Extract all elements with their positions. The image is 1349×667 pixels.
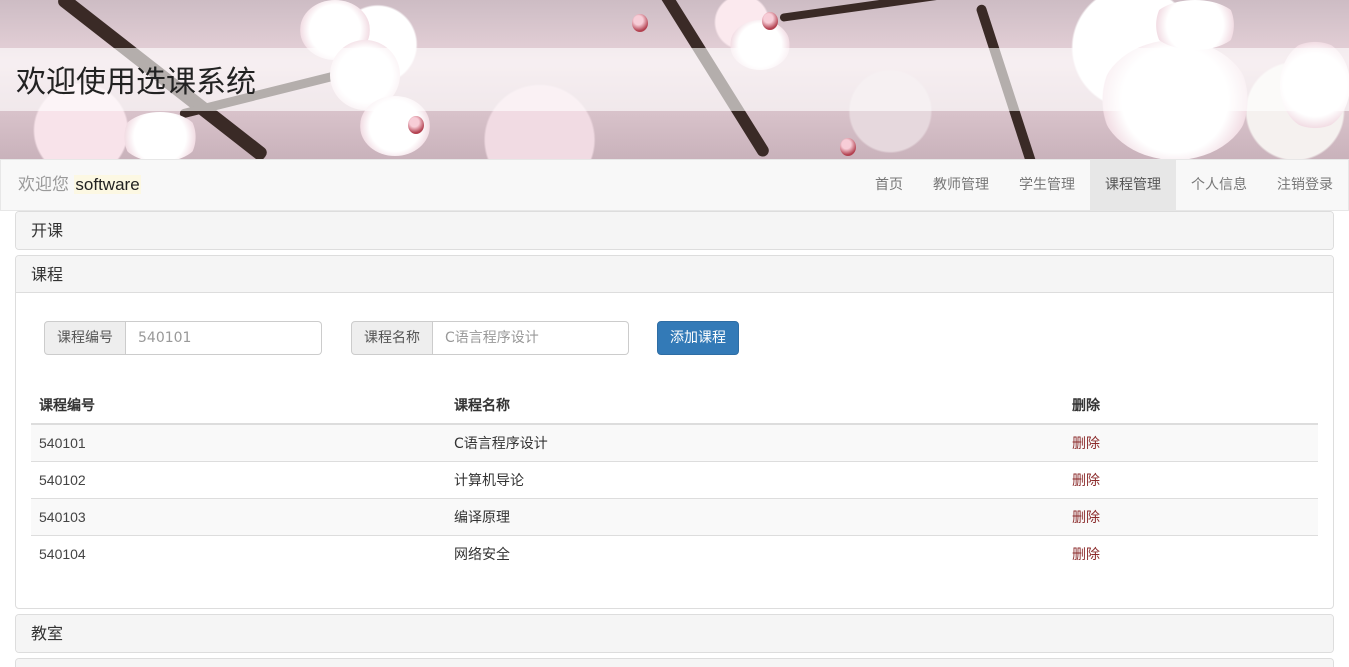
table-row: 540103 编译原理 删除	[31, 497, 1318, 535]
banner-blossom	[1150, 0, 1240, 50]
page-title: 欢迎使用选课系统	[16, 65, 256, 100]
course-name-cell: 网络安全	[446, 534, 1064, 572]
banner-bud	[632, 14, 648, 32]
nav-links: 首页 教师管理 学生管理 课程管理 个人信息 注销登录	[860, 160, 1348, 210]
nav-logout[interactable]: 注销登录	[1262, 160, 1348, 210]
course-code-cell: 540103	[31, 497, 446, 535]
nav-student-management[interactable]: 学生管理	[1004, 160, 1090, 210]
welcome-text: 欢迎您	[18, 175, 69, 195]
banner-bud	[762, 12, 778, 30]
delete-cell: 删除	[1064, 497, 1318, 535]
nav-course-management[interactable]: 课程管理	[1090, 160, 1176, 210]
panel-open-course: 开课	[15, 211, 1334, 250]
course-code-label: 课程编号	[44, 321, 126, 355]
course-name-cell: 编译原理	[446, 497, 1064, 535]
header-banner: 欢迎使用选课系统	[0, 0, 1349, 159]
welcome-brand: 欢迎您 software	[18, 174, 141, 196]
course-code-cell: 540104	[31, 534, 446, 572]
panel-next-heading[interactable]	[16, 659, 1333, 667]
panel-classroom-heading[interactable]: 教室	[16, 615, 1333, 652]
table-row: 540104 网络安全 删除	[31, 534, 1318, 572]
course-code-input[interactable]	[126, 321, 322, 355]
course-name-input[interactable]	[433, 321, 629, 355]
username: software	[74, 175, 141, 194]
table-header-row: 课程编号 课程名称 删除	[31, 387, 1318, 425]
course-code-cell: 540101	[31, 423, 446, 461]
nav-profile[interactable]: 个人信息	[1176, 160, 1262, 210]
top-navbar: 欢迎您 software 首页 教师管理 学生管理 课程管理 个人信息 注销登录	[0, 159, 1349, 211]
panel-classroom: 教室	[15, 614, 1334, 653]
nav-teacher-management[interactable]: 教师管理	[918, 160, 1004, 210]
panel-course-body: 课程编号 课程名称 添加课程 课程编号 课程名称 删除 540101 C语言程序…	[16, 293, 1333, 608]
course-code-group: 课程编号	[44, 321, 322, 355]
course-table: 课程编号 课程名称 删除 540101 C语言程序设计 删除 540102 计算…	[31, 387, 1318, 572]
course-name-cell: 计算机导论	[446, 460, 1064, 498]
panel-open-course-heading[interactable]: 开课	[16, 212, 1333, 249]
panel-next-collapsed	[15, 658, 1334, 667]
nav-home[interactable]: 首页	[860, 160, 918, 210]
panel-course: 课程 课程编号 课程名称 添加课程 课程编号 课程名称 删除 540101 C语	[15, 255, 1334, 609]
course-name-label: 课程名称	[351, 321, 433, 355]
column-header-code: 课程编号	[31, 387, 446, 425]
delete-cell: 删除	[1064, 534, 1318, 572]
banner-blossom	[120, 112, 200, 159]
banner-bud	[408, 116, 424, 134]
table-row: 540101 C语言程序设计 删除	[31, 423, 1318, 461]
delete-link[interactable]: 删除	[1072, 510, 1100, 526]
table-row: 540102 计算机导论 删除	[31, 460, 1318, 498]
course-name-cell: C语言程序设计	[446, 423, 1064, 461]
add-course-button[interactable]: 添加课程	[657, 321, 739, 355]
panel-course-heading[interactable]: 课程	[16, 256, 1333, 293]
delete-link[interactable]: 删除	[1072, 473, 1100, 489]
course-code-cell: 540102	[31, 460, 446, 498]
banner-bud	[840, 138, 856, 156]
delete-link[interactable]: 删除	[1072, 547, 1100, 563]
delete-cell: 删除	[1064, 460, 1318, 498]
delete-cell: 删除	[1064, 423, 1318, 461]
column-header-name: 课程名称	[446, 387, 1064, 425]
banner-branch	[779, 0, 1098, 22]
column-header-delete: 删除	[1064, 387, 1318, 425]
delete-link[interactable]: 删除	[1072, 436, 1100, 452]
course-name-group: 课程名称	[351, 321, 629, 355]
